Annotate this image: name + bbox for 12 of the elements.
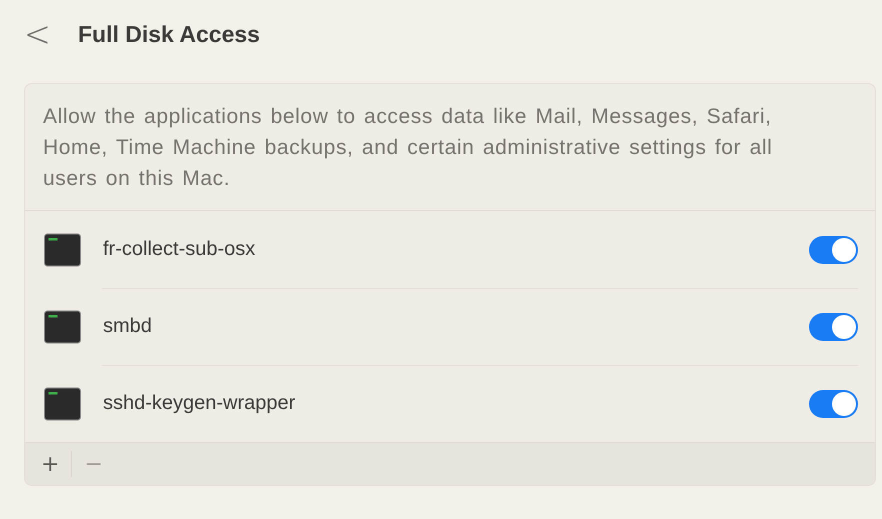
terminal-icon <box>43 386 82 420</box>
toggle-switch[interactable] <box>809 236 858 264</box>
page-title: Full Disk Access <box>78 20 260 48</box>
app-name: smbd <box>103 315 153 338</box>
toggle-switch[interactable] <box>809 390 858 418</box>
app-name: sshd-keygen-wrapper <box>103 392 296 415</box>
app-name: fr-collect-sub-osx <box>103 238 256 261</box>
terminal-icon <box>43 232 82 266</box>
add-button[interactable]: + <box>35 452 66 476</box>
terminal-icon <box>43 310 82 344</box>
description-text: Allow the applications below to access data like Mail, Messages, Safari, Home, Time Machine backups, and certain administrative settings for all users on this Mac. <box>25 84 875 211</box>
toggle-switch[interactable] <box>809 312 858 340</box>
